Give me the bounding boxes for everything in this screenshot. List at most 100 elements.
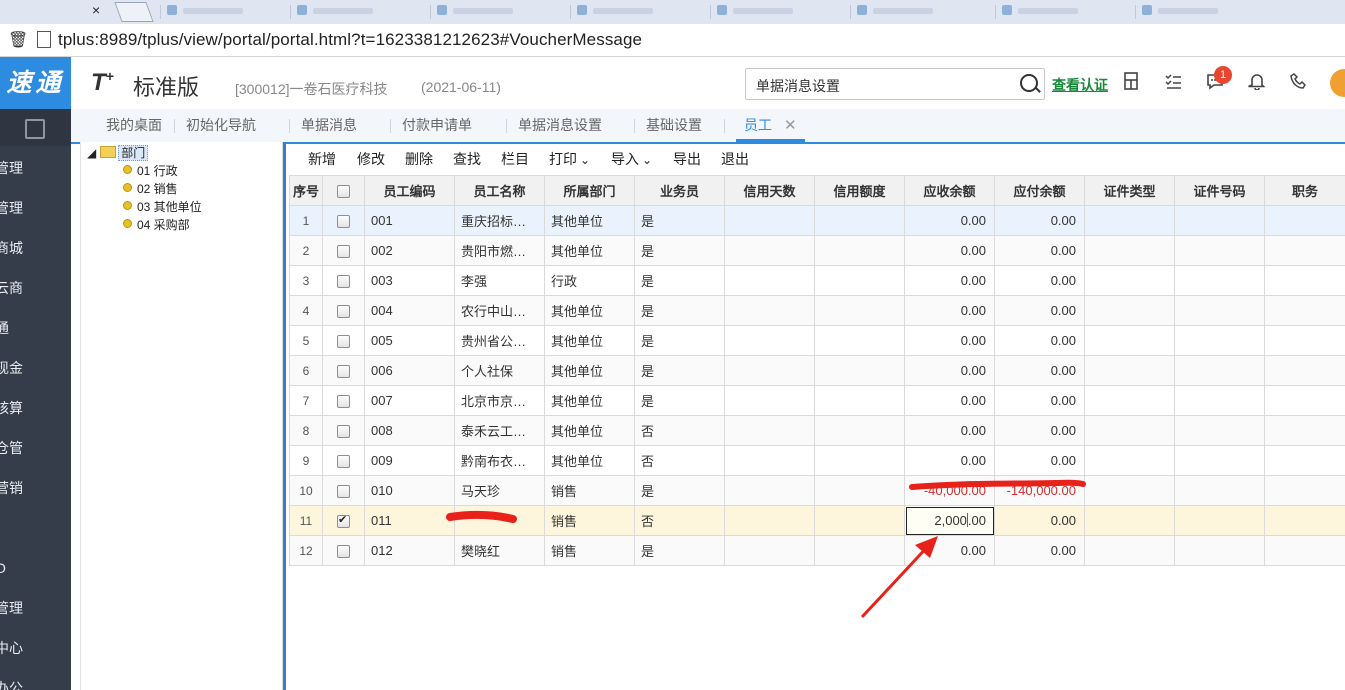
table-row[interactable]: 9 009 黔南布衣… 其他单位否 0.00 0.00 bbox=[289, 445, 1345, 476]
is-salesperson[interactable]: 是 bbox=[634, 325, 725, 356]
credit-limit[interactable] bbox=[814, 205, 905, 236]
sidebar-item[interactable]: 中心 bbox=[0, 626, 71, 666]
payable-balance[interactable]: -140,000.00 bbox=[994, 475, 1085, 506]
toolbar-button-3[interactable]: 查找 bbox=[453, 149, 481, 169]
toolbar-button-7[interactable]: 导出 bbox=[673, 149, 701, 169]
credit-limit[interactable] bbox=[814, 265, 905, 296]
receivable-balance[interactable]: 0.00 bbox=[904, 415, 995, 446]
task-list-icon[interactable] bbox=[1162, 72, 1184, 94]
table-row[interactable]: 6 006 个人社保 其他单位是 0.00 0.00 bbox=[289, 355, 1345, 386]
credit-days[interactable] bbox=[724, 385, 815, 416]
row-checkbox[interactable] bbox=[337, 513, 350, 529]
department[interactable]: 其他单位 bbox=[544, 325, 635, 356]
column-header[interactable] bbox=[322, 175, 365, 206]
phone-icon[interactable] bbox=[1288, 72, 1310, 94]
job-title[interactable] bbox=[1264, 325, 1345, 356]
payable-balance[interactable]: 0.00 bbox=[994, 535, 1085, 566]
row-number[interactable]: 12 bbox=[289, 535, 323, 566]
sidebar-item[interactable]: 管理 bbox=[0, 186, 71, 226]
receivable-balance-input[interactable]: 2,000.00 bbox=[904, 505, 995, 536]
credit-days[interactable] bbox=[724, 235, 815, 266]
job-title[interactable] bbox=[1264, 505, 1345, 536]
calculator-icon[interactable] bbox=[1120, 72, 1142, 94]
sidebar-collapse-button[interactable] bbox=[0, 109, 71, 146]
receivable-balance[interactable]: 0.00 bbox=[904, 325, 995, 356]
row-number[interactable]: 10 bbox=[289, 475, 323, 506]
table-row[interactable]: 2 002 贵阳市燃… 其他单位是 0.00 0.00 bbox=[289, 235, 1345, 266]
is-salesperson[interactable]: 是 bbox=[634, 235, 725, 266]
department[interactable]: 其他单位 bbox=[544, 205, 635, 236]
table-row[interactable]: 3 003 李强 行政是 0.00 0.00 bbox=[289, 265, 1345, 296]
id-type[interactable] bbox=[1084, 325, 1175, 356]
credit-days[interactable] bbox=[724, 325, 815, 356]
job-title[interactable] bbox=[1264, 235, 1345, 266]
department[interactable]: 其他单位 bbox=[544, 415, 635, 446]
column-header[interactable]: 业务员 bbox=[634, 175, 725, 206]
employee-code[interactable]: 012 bbox=[364, 535, 455, 566]
table-row[interactable]: 5 005 贵州省公… 其他单位是 0.00 0.00 bbox=[289, 325, 1345, 356]
id-type[interactable] bbox=[1084, 355, 1175, 386]
tab-1[interactable]: 初始化导航 bbox=[174, 109, 256, 142]
payable-balance[interactable]: 0.00 bbox=[994, 235, 1085, 266]
credit-limit[interactable] bbox=[814, 415, 905, 446]
credit-days[interactable] bbox=[724, 535, 815, 566]
row-checkbox[interactable] bbox=[337, 395, 350, 409]
employee-name[interactable]: 农行中山… bbox=[454, 295, 545, 326]
is-salesperson[interactable]: 是 bbox=[634, 535, 725, 566]
id-number[interactable] bbox=[1174, 415, 1265, 446]
credit-days[interactable] bbox=[724, 415, 815, 446]
payable-balance[interactable]: 0.00 bbox=[994, 445, 1085, 476]
is-salesperson[interactable]: 否 bbox=[634, 445, 725, 476]
employee-name[interactable]: 樊晓红 bbox=[454, 535, 545, 566]
browser-tab[interactable] bbox=[430, 5, 581, 19]
job-title[interactable] bbox=[1264, 265, 1345, 296]
id-number[interactable] bbox=[1174, 205, 1265, 236]
id-type[interactable] bbox=[1084, 505, 1175, 536]
credit-limit[interactable] bbox=[814, 295, 905, 326]
id-type[interactable] bbox=[1084, 415, 1175, 446]
verify-certification-link[interactable]: 查看认证 bbox=[1052, 75, 1108, 95]
select-all-checkbox[interactable] bbox=[337, 185, 350, 199]
browser-tab[interactable] bbox=[995, 5, 1146, 19]
id-number[interactable] bbox=[1174, 325, 1265, 356]
department[interactable]: 销售 bbox=[544, 535, 635, 566]
receivable-balance[interactable]: 0.00 bbox=[904, 205, 995, 236]
search-input[interactable]: 单据消息设置 bbox=[745, 68, 1045, 100]
employee-name[interactable]: 泰禾云工… bbox=[454, 415, 545, 446]
is-salesperson[interactable]: 是 bbox=[634, 475, 725, 506]
credit-limit[interactable] bbox=[814, 505, 905, 536]
row-checkbox[interactable] bbox=[337, 365, 350, 379]
table-row[interactable]: 4 004 农行中山… 其他单位是 0.00 0.00 bbox=[289, 295, 1345, 326]
employee-name[interactable]: 李强 bbox=[454, 265, 545, 296]
browser-tab[interactable] bbox=[710, 5, 861, 19]
employee-code[interactable]: 003 bbox=[364, 265, 455, 296]
row-number[interactable]: 11 bbox=[289, 505, 323, 536]
row-checkbox-cell[interactable] bbox=[322, 355, 365, 386]
id-number[interactable] bbox=[1174, 445, 1265, 476]
is-salesperson[interactable]: 否 bbox=[634, 415, 725, 446]
is-salesperson[interactable]: 是 bbox=[634, 205, 725, 236]
row-checkbox-cell[interactable] bbox=[322, 505, 365, 536]
credit-limit[interactable] bbox=[814, 385, 905, 416]
department[interactable]: 其他单位 bbox=[544, 295, 635, 326]
employee-name[interactable]: 北京市京… bbox=[454, 385, 545, 416]
sidebar-item[interactable]: O bbox=[0, 546, 71, 586]
is-salesperson[interactable]: 否 bbox=[634, 505, 725, 536]
row-checkbox-cell[interactable] bbox=[322, 325, 365, 356]
is-salesperson[interactable]: 是 bbox=[634, 295, 725, 326]
employee-code[interactable]: 005 bbox=[364, 325, 455, 356]
receivable-balance[interactable]: 0.00 bbox=[904, 265, 995, 296]
row-checkbox[interactable] bbox=[337, 305, 350, 319]
id-number[interactable] bbox=[1174, 505, 1265, 536]
id-type[interactable] bbox=[1084, 535, 1175, 566]
receivable-balance[interactable]: 0.00 bbox=[904, 235, 995, 266]
id-number[interactable] bbox=[1174, 355, 1265, 386]
employee-code[interactable]: 004 bbox=[364, 295, 455, 326]
toolbar-button-6[interactable]: 导入 ⌄ bbox=[611, 149, 652, 169]
close-tab-icon[interactable]: × bbox=[92, 2, 100, 18]
receivable-balance[interactable]: -40,000.00 bbox=[904, 475, 995, 506]
payable-balance[interactable]: 0.00 bbox=[994, 415, 1085, 446]
is-salesperson[interactable]: 是 bbox=[634, 265, 725, 296]
credit-limit[interactable] bbox=[814, 325, 905, 356]
id-number[interactable] bbox=[1174, 535, 1265, 566]
